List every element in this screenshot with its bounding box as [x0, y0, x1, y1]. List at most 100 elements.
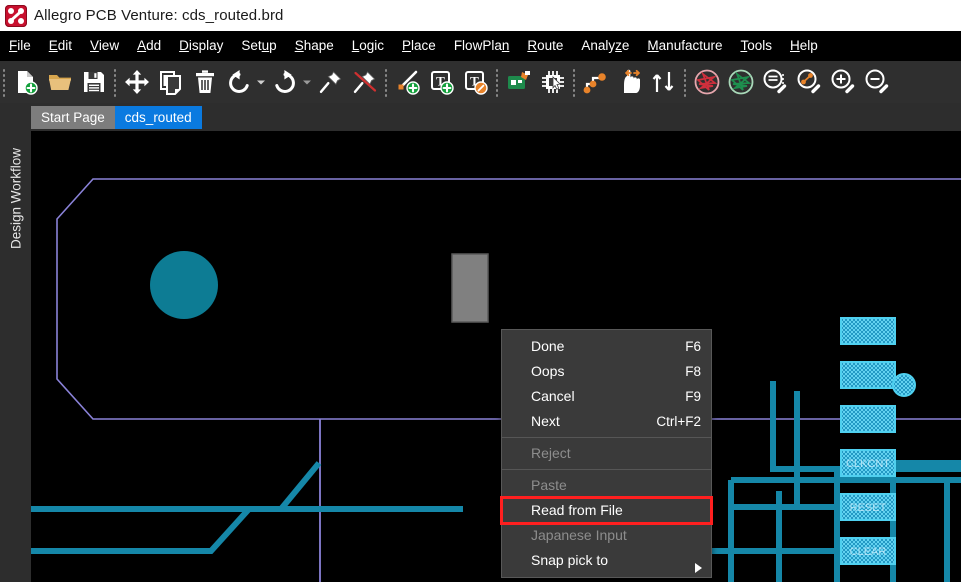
context-menu-item-done[interactable]: Done F6: [502, 334, 711, 359]
zoom-out-icon[interactable]: [860, 64, 894, 100]
undo-dropdown-arrow[interactable]: [256, 77, 268, 87]
move-icon[interactable]: [120, 64, 154, 100]
menu-tools[interactable]: Tools: [731, 35, 781, 57]
menu-mnemonic: D: [179, 38, 189, 53]
menu-flowplan[interactable]: FlowPlan: [445, 35, 519, 57]
pad: [840, 317, 896, 345]
open-folder-icon[interactable]: [43, 64, 77, 100]
menu-mnemonic: S: [294, 38, 304, 53]
keepout-shape: [451, 253, 489, 323]
right-click-context-menu[interactable]: Done F6 Oops F8 Cancel F9 Next Ctrl+F2 Reject Pas…: [500, 329, 713, 578]
context-menu-item-read-from-file[interactable]: Read from File: [500, 496, 713, 525]
menu-setup[interactable]: Setup: [232, 35, 285, 57]
document-tab-strip: Start Page cds_routed: [31, 103, 961, 131]
context-menu-item-snap-pick-to[interactable]: Snap pick to: [502, 548, 711, 573]
toolbar-grip[interactable]: [493, 67, 502, 97]
menu-analyze[interactable]: Analyze: [572, 35, 638, 57]
menu-mnemonic: F: [9, 38, 18, 53]
context-menu-item-next[interactable]: Next Ctrl+F2: [502, 409, 711, 434]
menu-mnemonic: T: [740, 38, 748, 53]
toolbar-grip[interactable]: [0, 67, 9, 97]
design-workflow-rail[interactable]: Design Workflow: [0, 103, 31, 582]
menu-mnemonic: u: [261, 38, 270, 53]
delete-trash-icon[interactable]: [188, 64, 222, 100]
menu-mnemonic: L: [351, 38, 360, 53]
context-menu-item-shortcut: F6: [685, 339, 701, 354]
menu-view[interactable]: View: [81, 35, 128, 57]
title-bar: Allegro PCB Venture: cds_routed.brd: [0, 0, 961, 32]
pad: [840, 405, 896, 433]
pcb-design-canvas[interactable]: CLKCNT RESET CLEAR: [31, 131, 961, 582]
zoom-in-icon[interactable]: [826, 64, 860, 100]
context-menu-item-label: Cancel: [531, 388, 575, 404]
menu-manufacture[interactable]: Manufacture: [638, 35, 731, 57]
tab-start-page[interactable]: Start Page: [31, 106, 115, 129]
context-menu-item-shortcut: Ctrl+F2: [656, 414, 701, 429]
menu-mnemonic: E: [48, 38, 58, 53]
board-geometry-icon[interactable]: [502, 64, 536, 100]
submenu-arrow-icon: [694, 556, 703, 581]
toolbar-grip[interactable]: [681, 67, 690, 97]
add-connect-icon[interactable]: [579, 64, 613, 100]
menu-bar: File Edit View Add Display Setup Shape Logic Pla…: [0, 31, 961, 63]
ratsnest-on-icon[interactable]: [724, 64, 758, 100]
menu-edit[interactable]: Edit: [40, 35, 81, 57]
menu-mnemonic: A: [137, 38, 147, 53]
menu-add[interactable]: Add: [128, 35, 170, 57]
redo-dropdown-arrow[interactable]: [302, 77, 314, 87]
context-menu-item-label: Snap pick to: [531, 552, 609, 568]
pcb-artwork: CLKCNT RESET CLEAR: [31, 178, 961, 582]
menu-mnemonic: H: [789, 38, 800, 53]
pad: [840, 361, 896, 389]
context-menu-item-label: Oops: [531, 363, 565, 379]
menu-place[interactable]: Place: [393, 35, 445, 57]
context-menu-item-label: Paste: [531, 477, 567, 493]
menu-separator: [502, 469, 711, 470]
tab-cds_routed[interactable]: cds_routed: [114, 106, 202, 129]
menu-display[interactable]: Display: [170, 35, 232, 57]
menu-mnemonic: n: [501, 38, 510, 53]
allegro-logo-icon: [5, 4, 27, 27]
redo-icon[interactable]: [268, 64, 302, 100]
copy-icon[interactable]: [154, 64, 188, 100]
save-disk-icon[interactable]: [77, 64, 111, 100]
toolbar-grip[interactable]: [382, 67, 391, 97]
context-menu-item-label: Japanese Input: [531, 527, 627, 543]
menu-separator: [502, 437, 711, 438]
slide-icon[interactable]: [613, 64, 647, 100]
context-menu-item-paste: Paste: [502, 473, 711, 498]
add-text-icon[interactable]: T: [425, 64, 459, 100]
zoom-points-icon[interactable]: [792, 64, 826, 100]
menu-shape[interactable]: Shape: [286, 35, 343, 57]
main-toolbar: T T: [0, 61, 961, 103]
window-title: Allegro PCB Venture: cds_routed.brd: [34, 7, 284, 24]
menu-mnemonic: V: [90, 38, 99, 53]
component-select-icon[interactable]: [536, 64, 570, 100]
menu-help[interactable]: Help: [781, 35, 827, 57]
toolbar-grip[interactable]: [570, 67, 579, 97]
swap-icon[interactable]: [647, 64, 681, 100]
pad-label-clkcnt: CLKCNT: [846, 458, 890, 470]
pad-label-reset: RESET: [850, 502, 887, 514]
context-menu-item-cancel[interactable]: Cancel F9: [502, 384, 711, 409]
menu-mnemonic: R: [527, 38, 538, 53]
ratsnest-off-icon[interactable]: [690, 64, 724, 100]
context-menu-item-shortcut: F9: [685, 389, 701, 404]
context-menu-item-japanese-input: Japanese Input: [502, 523, 711, 548]
toolbar-grip[interactable]: [111, 67, 120, 97]
edit-text-icon[interactable]: T: [459, 64, 493, 100]
context-menu-item-oops[interactable]: Oops F8: [502, 359, 711, 384]
menu-mnemonic: z: [615, 38, 622, 53]
allegro-pcb-window: Allegro PCB Venture: cds_routed.brd File…: [0, 0, 961, 582]
unpin-icon[interactable]: [348, 64, 382, 100]
undo-icon[interactable]: [222, 64, 256, 100]
menu-logic[interactable]: Logic: [343, 35, 393, 57]
menu-route[interactable]: Route: [518, 35, 572, 57]
zoom-fit-icon[interactable]: [758, 64, 792, 100]
context-menu-item-reject: Reject: [502, 441, 711, 466]
add-line-icon[interactable]: [391, 64, 425, 100]
new-file-icon[interactable]: [9, 64, 43, 100]
via-pad: [892, 373, 916, 397]
pin-icon[interactable]: [314, 64, 348, 100]
menu-file[interactable]: File: [0, 35, 40, 57]
